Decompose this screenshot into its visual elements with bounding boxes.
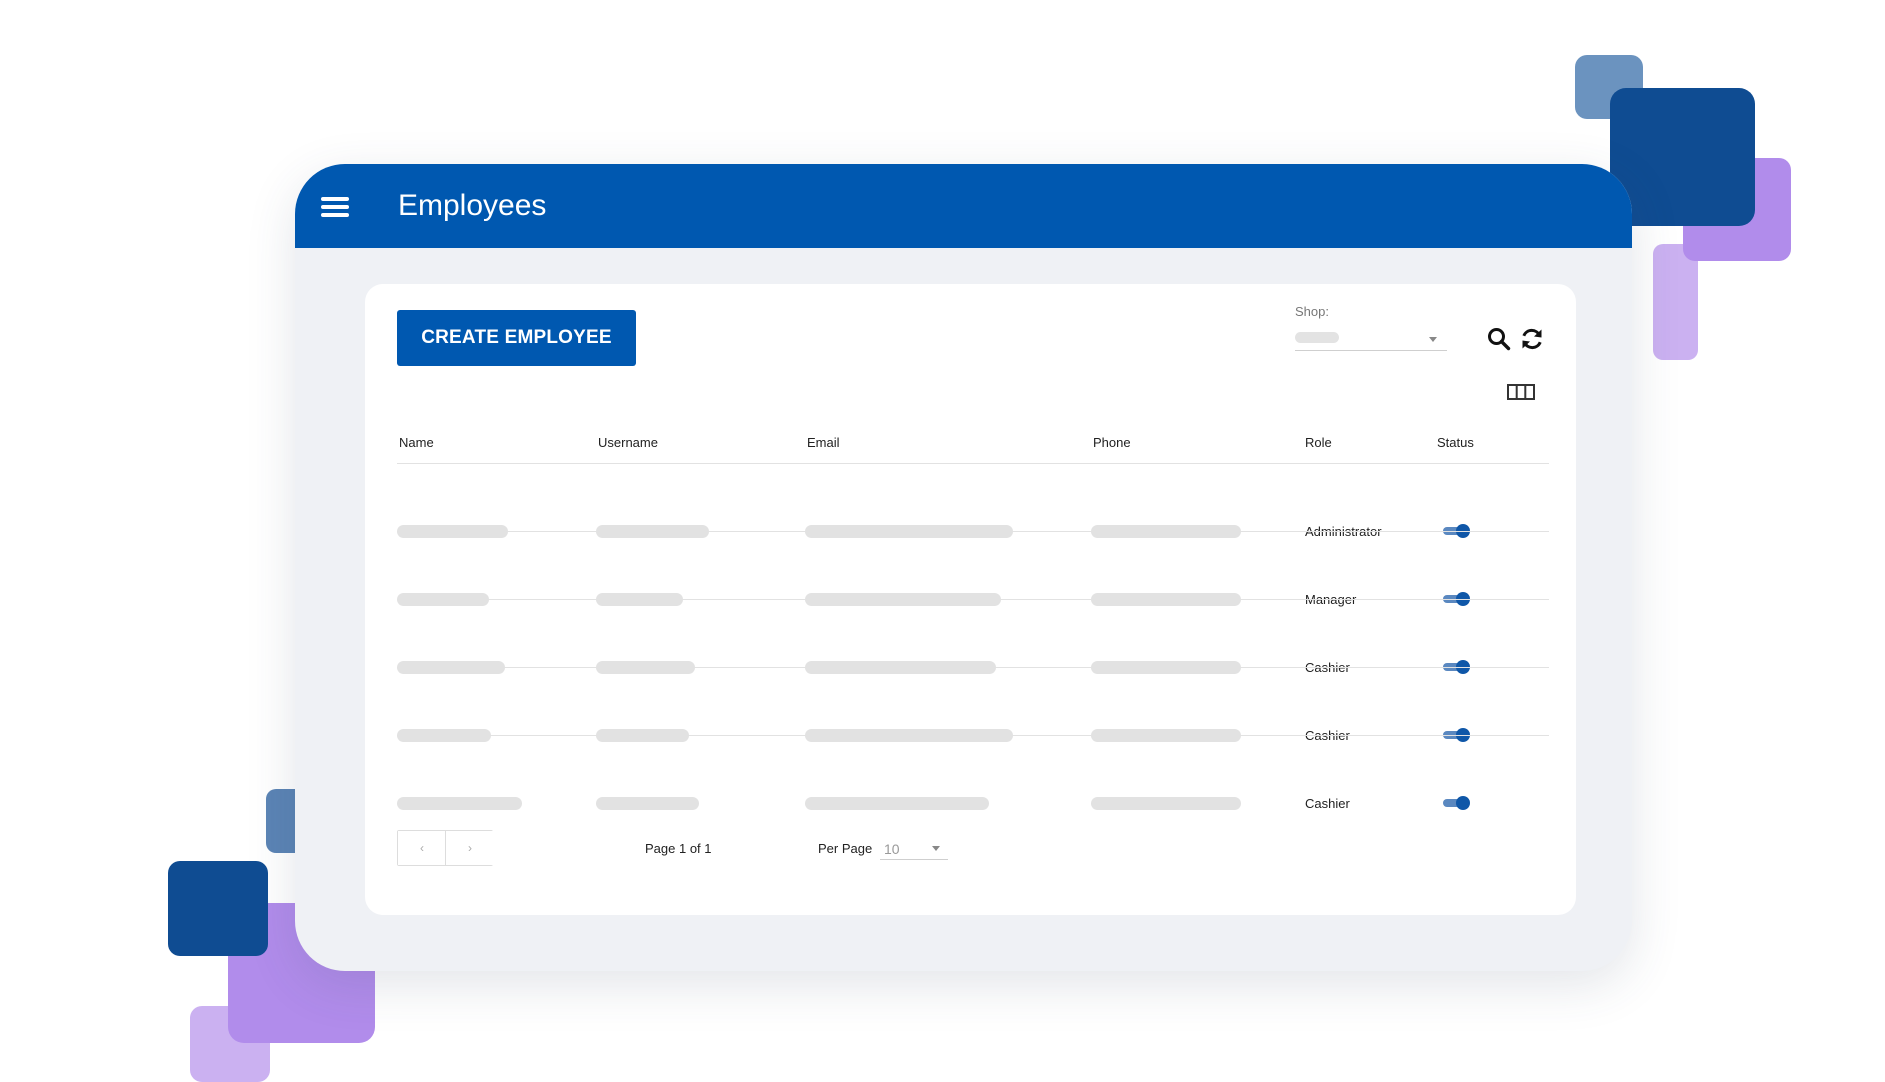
page-info: Page 1 of 1 [645,841,712,856]
page-title: Employees [398,189,547,222]
column-header-username[interactable]: Username [598,435,658,450]
column-header-role[interactable]: Role [1305,435,1332,450]
column-header-name[interactable]: Name [399,435,434,450]
chevron-down-icon [1429,337,1437,342]
hamburger-menu-icon[interactable] [321,197,349,217]
app-header: Employees [295,164,1632,248]
row-divider [397,667,1549,668]
per-page-label: Per Page [818,841,873,856]
row-divider [397,531,1549,532]
columns-icon[interactable] [1507,382,1535,402]
shop-select-value-placeholder [1295,332,1339,343]
email-cell-placeholder [805,797,989,810]
next-page-button[interactable]: › [446,831,494,865]
shop-select[interactable] [1295,328,1447,351]
refresh-icon[interactable] [1519,326,1545,352]
name-cell-placeholder [397,797,522,810]
shop-filter-label: Shop: [1295,304,1329,319]
previous-page-button[interactable]: ‹ [398,831,446,865]
deco-square [1653,244,1698,360]
pagination-controls: ‹ › [397,830,494,866]
per-page-value: 10 [884,841,900,857]
app-window: Employees CREATE EMPLOYEE Shop: Name Use… [295,164,1632,971]
create-employee-button[interactable]: CREATE EMPLOYEE [397,310,636,366]
role-cell: Cashier [1305,796,1350,811]
table-header-divider [397,463,1549,464]
per-page-select[interactable]: 10 [880,833,948,860]
search-icon[interactable] [1486,326,1512,352]
column-header-phone[interactable]: Phone [1093,435,1131,450]
column-header-email[interactable]: Email [807,435,840,450]
row-divider [397,599,1549,600]
row-divider [397,735,1549,736]
status-toggle[interactable] [1443,796,1470,810]
employees-card: CREATE EMPLOYEE Shop: Name Username Emai… [365,284,1576,915]
chevron-down-icon [932,846,940,851]
deco-square [168,861,268,956]
column-header-status[interactable]: Status [1437,435,1474,450]
username-cell-placeholder [596,797,699,810]
phone-cell-placeholder [1091,797,1241,810]
